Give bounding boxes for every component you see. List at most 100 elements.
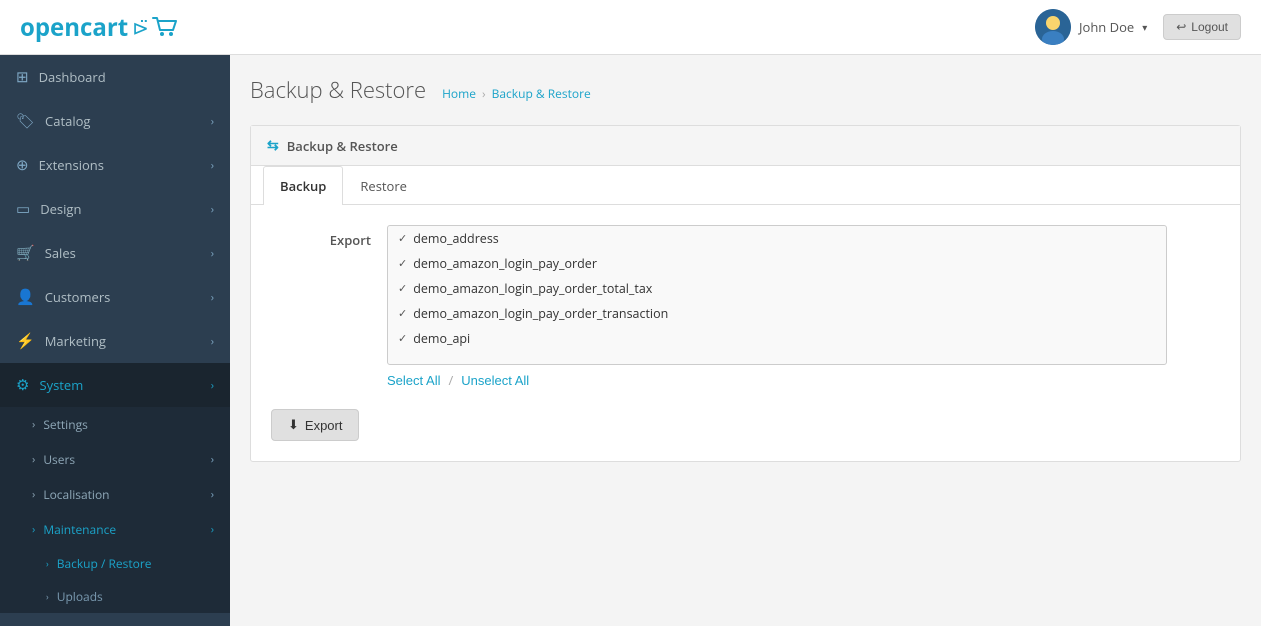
sidebar-item-label: System	[39, 376, 83, 394]
unselect-all-button[interactable]: Unselect All	[461, 373, 529, 388]
chevron-right-icon: ›	[211, 246, 214, 261]
breadcrumb: Home › Backup & Restore	[442, 85, 591, 102]
dot-icon: ›	[46, 590, 49, 603]
sidebar-item-extensions[interactable]: ⊕ Extensions ›	[0, 143, 230, 187]
sidebar-item-sales[interactable]: 🛒 Sales ›	[0, 231, 230, 275]
sidebar-item-design[interactable]: ▭ Design ›	[0, 187, 230, 231]
dashboard-icon: ⊞	[16, 67, 29, 87]
chevron-right-icon: ›	[211, 452, 214, 467]
logo-icon: ⊳̈	[132, 14, 149, 41]
dropdown-caret-icon: ▾	[1142, 20, 1147, 34]
top-navbar: opencart ⊳̈ John Doe ▾ ↩ Logout	[0, 0, 1261, 55]
sidebar-item-catalog[interactable]: 🏷 Catalog ›	[0, 99, 230, 143]
subsubitem-label: Backup / Restore	[57, 555, 152, 572]
subitem-label: Localisation	[43, 486, 109, 503]
sidebar-item-label: Catalog	[45, 112, 90, 130]
export-form-group: Export ✓ demo_address ✓ demo_amazon_logi…	[271, 225, 1220, 389]
top-right-area: John Doe ▾ ↩ Logout	[1035, 9, 1241, 45]
tab-restore[interactable]: Restore	[343, 166, 424, 205]
subsubitem-label: Uploads	[57, 588, 103, 605]
table-option-3[interactable]: ✓ demo_amazon_login_pay_order_transactio…	[388, 301, 1166, 326]
chevron-right-icon: ›	[211, 290, 214, 305]
sidebar-item-dashboard[interactable]: ⊞ Dashboard	[0, 55, 230, 99]
chevron-right-icon: ›	[211, 202, 214, 217]
page-title: Backup & Restore	[250, 75, 426, 105]
logout-label: Logout	[1191, 20, 1228, 34]
user-menu[interactable]: John Doe ▾	[1035, 9, 1147, 45]
export-button-label: Export	[305, 418, 343, 433]
sidebar-item-label: Customers	[45, 288, 111, 306]
sidebar-item-label: Extensions	[39, 156, 104, 174]
table-option-2[interactable]: ✓ demo_amazon_login_pay_order_total_tax	[388, 276, 1166, 301]
transfer-icon: ⇆	[267, 136, 279, 155]
sidebar-subitem-users[interactable]: › Users ›	[0, 442, 230, 477]
sidebar-item-label: Design	[40, 200, 81, 218]
divider: /	[448, 371, 453, 389]
logo: opencart ⊳̈	[20, 11, 181, 44]
sidebar-subitem-settings[interactable]: › Settings	[0, 407, 230, 442]
system-submenu: › Settings › Users › › Localisation › › …	[0, 407, 230, 613]
sub-arrow-icon: ›	[32, 487, 35, 502]
table-option-4[interactable]: ✓ demo_api	[388, 326, 1166, 351]
dot-icon: ›	[46, 557, 49, 570]
check-icon: ✓	[398, 256, 407, 271]
breadcrumb-home[interactable]: Home	[442, 85, 476, 102]
sidebar-subsubitem-uploads[interactable]: › Uploads	[0, 580, 230, 613]
cart-icon	[151, 16, 181, 38]
sidebar-item-label: Sales	[45, 244, 76, 262]
logo-text: opencart	[20, 11, 128, 44]
table-option-0[interactable]: ✓ demo_address	[388, 226, 1166, 251]
main-layout: ⊞ Dashboard 🏷 Catalog › ⊕ Extensions › ▭…	[0, 55, 1261, 626]
table-name: demo_api	[413, 330, 470, 347]
avatar	[1035, 9, 1071, 45]
tab-bar: Backup Restore	[251, 166, 1240, 205]
sales-icon: 🛒	[16, 243, 35, 263]
logout-button[interactable]: ↩ Logout	[1163, 14, 1241, 40]
card-header-label: Backup & Restore	[287, 137, 398, 155]
sub-arrow-icon: ›	[32, 522, 35, 537]
subitem-label: Settings	[43, 416, 88, 433]
sidebar-item-marketing[interactable]: ⚡ Marketing ›	[0, 319, 230, 363]
tables-select-box[interactable]: ✓ demo_address ✓ demo_amazon_login_pay_o…	[387, 225, 1167, 365]
table-option-1[interactable]: ✓ demo_amazon_login_pay_order	[388, 251, 1166, 276]
export-down-icon: ⬇	[288, 417, 299, 433]
select-all-button[interactable]: Select All	[387, 373, 440, 388]
content-area: Backup & Restore Home › Backup & Restore…	[230, 55, 1261, 626]
chevron-right-icon: ›	[211, 158, 214, 173]
extensions-icon: ⊕	[16, 155, 29, 175]
export-button[interactable]: ⬇ Export	[271, 409, 359, 441]
page-header: Backup & Restore Home › Backup & Restore	[250, 75, 1241, 105]
design-icon: ▭	[16, 199, 30, 219]
table-name: demo_amazon_login_pay_order_total_tax	[413, 280, 652, 297]
card-body: Export ✓ demo_address ✓ demo_amazon_logi…	[251, 205, 1240, 461]
marketing-icon: ⚡	[16, 331, 35, 351]
sidebar-item-label: Dashboard	[39, 68, 106, 86]
tab-backup[interactable]: Backup	[263, 166, 343, 205]
sidebar-item-customers[interactable]: 👤 Customers ›	[0, 275, 230, 319]
user-name: John Doe	[1079, 18, 1134, 36]
catalog-icon: 🏷	[16, 111, 35, 131]
chevron-right-icon: ›	[211, 378, 214, 393]
sidebar-subitem-localisation[interactable]: › Localisation ›	[0, 477, 230, 512]
sub-arrow-icon: ›	[32, 452, 35, 467]
check-icon: ✓	[398, 231, 407, 246]
select-actions: Select All / Unselect All	[387, 371, 1167, 389]
chevron-right-icon: ›	[211, 114, 214, 129]
export-select-container: ✓ demo_address ✓ demo_amazon_login_pay_o…	[387, 225, 1167, 389]
chevron-right-icon: ›	[211, 334, 214, 349]
chevron-right-icon: ›	[211, 487, 214, 502]
sidebar-subsubitem-backup-restore[interactable]: › Backup / Restore	[0, 547, 230, 580]
breadcrumb-current[interactable]: Backup & Restore	[492, 85, 591, 102]
logout-icon: ↩	[1176, 20, 1186, 34]
sidebar-item-label: Marketing	[45, 332, 106, 350]
sidebar-subitem-maintenance[interactable]: › Maintenance ›	[0, 512, 230, 547]
table-name: demo_amazon_login_pay_order_transaction	[413, 305, 668, 322]
sidebar-item-system[interactable]: ⚙ System ›	[0, 363, 230, 407]
chevron-right-icon: ›	[211, 522, 214, 537]
sidebar: ⊞ Dashboard 🏷 Catalog › ⊕ Extensions › ▭…	[0, 55, 230, 626]
breadcrumb-separator: ›	[482, 85, 486, 102]
subitem-label: Users	[43, 451, 75, 468]
table-name: demo_amazon_login_pay_order	[413, 255, 597, 272]
check-icon: ✓	[398, 281, 407, 296]
export-label: Export	[271, 225, 371, 249]
